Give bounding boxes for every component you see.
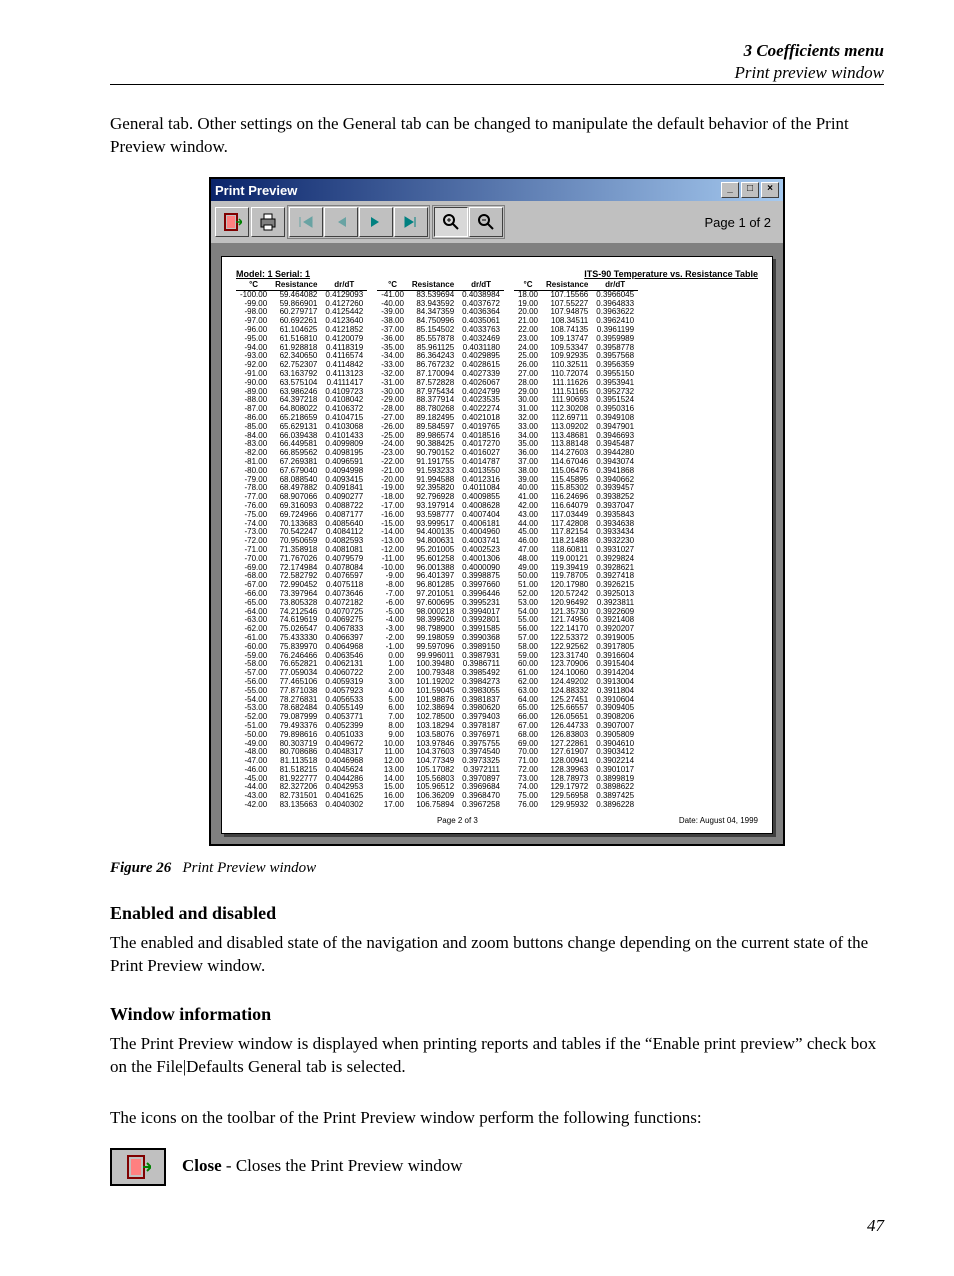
paragraph-window-2: The icons on the toolbar of the Print Pr… (110, 1107, 884, 1130)
figure-number: Figure 26 (110, 860, 171, 876)
sheet-header-left: Model: 1 Serial: 1 (236, 269, 310, 279)
prev-page-button (324, 207, 358, 237)
sheet-page-num: Page 2 of 3 (437, 816, 478, 825)
door-close-icon (222, 212, 242, 232)
table-row: 17.00106.758940.3967258 (377, 801, 504, 810)
heading-window-info: Window information (110, 1004, 884, 1025)
next-page-button[interactable] (359, 207, 393, 237)
first-page-icon (298, 215, 314, 229)
data-table: °CResistancedr/dT-100.0059.4640820.41290… (236, 281, 367, 810)
close-label: Close (182, 1156, 222, 1175)
zoom-out-button[interactable] (469, 207, 503, 237)
paragraph-window-1: The Print Preview window is displayed wh… (110, 1033, 884, 1079)
print-preview-window: Print Preview _ □ × (209, 177, 785, 846)
window-title: Print Preview (215, 183, 297, 198)
door-close-icon (125, 1154, 151, 1180)
paragraph-enabled: The enabled and disabled state of the na… (110, 932, 884, 978)
preview-sheet: Model: 1 Serial: 1 ITS-90 Temperature vs… (221, 256, 773, 834)
chapter-title: 3 Coefficients menu (110, 40, 884, 62)
close-preview-button[interactable] (215, 207, 249, 237)
maximize-button[interactable]: □ (741, 182, 759, 198)
prev-page-icon (334, 215, 348, 229)
toolbar: Page 1 of 2 (211, 201, 783, 244)
zoom-out-icon (477, 213, 495, 231)
first-page-button (289, 207, 323, 237)
section-title: Print preview window (110, 62, 884, 84)
zoom-in-icon (442, 213, 460, 231)
close-description: - Closes the Print Preview window (222, 1156, 463, 1175)
page-indicator: Page 1 of 2 (705, 215, 780, 230)
next-page-icon (369, 215, 383, 229)
last-page-button[interactable] (394, 207, 428, 237)
close-icon-sample (110, 1148, 166, 1186)
table-row: 76.00129.959320.3896228 (514, 801, 638, 810)
table-row: -42.0083.1356630.4040302 (236, 801, 367, 810)
printer-icon (258, 213, 278, 231)
data-table: °CResistancedr/dT18.00107.155660.3966045… (514, 281, 638, 810)
close-button[interactable]: × (761, 182, 779, 198)
minimize-button[interactable]: _ (721, 182, 739, 198)
figure-caption: Print Preview window (183, 860, 317, 876)
sheet-header-right: ITS-90 Temperature vs. Resistance Table (584, 269, 758, 279)
intro-paragraph: General tab. Other settings on the Gener… (110, 113, 884, 159)
data-table: °CResistancedr/dT-41.0083.5396940.403898… (377, 281, 504, 810)
window-titlebar: Print Preview _ □ × (211, 179, 783, 201)
sheet-date: Date: August 04, 1999 (679, 816, 758, 825)
last-page-icon (403, 215, 419, 229)
print-button[interactable] (251, 207, 285, 237)
page-number: 47 (110, 1216, 884, 1236)
zoom-in-button[interactable] (434, 207, 468, 237)
heading-enabled: Enabled and disabled (110, 903, 884, 924)
